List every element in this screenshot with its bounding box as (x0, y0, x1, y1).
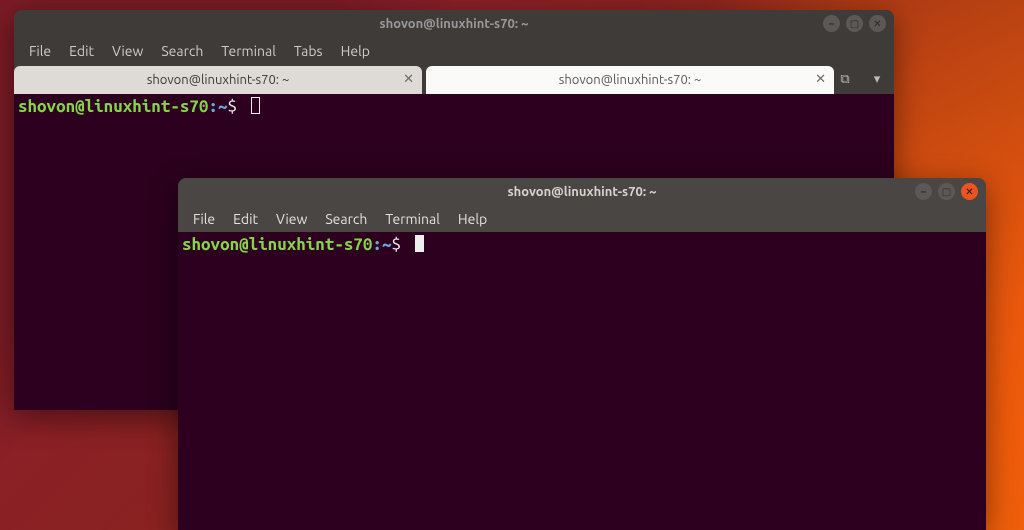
menu-help[interactable]: Help (449, 208, 496, 230)
menu-tabs[interactable]: Tabs (285, 40, 332, 62)
menubar: File Edit View Search Terminal Help (178, 206, 986, 232)
window-controls: – ▢ ✕ (823, 15, 886, 32)
prompt-userhost: shovon@linuxhint-s70 (182, 235, 372, 254)
tab-2[interactable]: shovon@linuxhint-s70: ~ ✕ (426, 66, 834, 94)
menu-file[interactable]: File (20, 40, 60, 62)
close-button[interactable]: ✕ (961, 183, 978, 200)
menu-search[interactable]: Search (316, 208, 376, 230)
menu-search[interactable]: Search (152, 40, 212, 62)
window-controls: – ▢ ✕ (915, 183, 978, 200)
prompt-symbol: $ (391, 235, 401, 254)
minimize-icon: – (829, 19, 834, 29)
prompt-symbol: $ (227, 97, 237, 116)
chevron-down-icon: ▾ (874, 72, 881, 87)
prompt-userhost: shovon@linuxhint-s70 (18, 97, 208, 116)
maximize-button[interactable]: ▢ (846, 15, 863, 32)
maximize-icon: ▢ (850, 19, 859, 29)
menubar: File Edit View Search Terminal Tabs Help (14, 38, 894, 64)
menu-edit[interactable]: Edit (60, 40, 103, 62)
terminal-cursor (415, 235, 424, 252)
close-button[interactable]: ✕ (869, 15, 886, 32)
tab-close-icon[interactable]: ✕ (403, 72, 414, 87)
prompt-sep: : (208, 97, 218, 116)
close-icon: ✕ (873, 19, 881, 29)
minimize-button[interactable]: – (915, 183, 932, 200)
menu-edit[interactable]: Edit (224, 208, 267, 230)
tab-close-icon[interactable]: ✕ (815, 72, 826, 87)
maximize-icon: ▢ (942, 187, 951, 197)
close-icon: ✕ (965, 187, 973, 197)
new-tab-button[interactable]: ⧉ (834, 68, 856, 90)
tab-1[interactable]: shovon@linuxhint-s70: ~ ✕ (14, 66, 422, 94)
tab-label: shovon@linuxhint-s70: ~ (559, 73, 702, 87)
prompt-sep: : (372, 235, 382, 254)
titlebar[interactable]: shovon@linuxhint-s70: ~ – ▢ ✕ (178, 178, 986, 206)
new-tab-icon: ⧉ (840, 72, 849, 87)
minimize-button[interactable]: – (823, 15, 840, 32)
menu-view[interactable]: View (267, 208, 316, 230)
tab-label: shovon@linuxhint-s70: ~ (147, 73, 290, 87)
terminal-cursor (251, 97, 260, 114)
menu-terminal[interactable]: Terminal (212, 40, 285, 62)
menu-terminal[interactable]: Terminal (376, 208, 449, 230)
menu-file[interactable]: File (184, 208, 224, 230)
minimize-icon: – (921, 187, 926, 197)
titlebar[interactable]: shovon@linuxhint-s70: ~ – ▢ ✕ (14, 10, 894, 38)
menu-help[interactable]: Help (332, 40, 379, 62)
tab-bar: shovon@linuxhint-s70: ~ ✕ shovon@linuxhi… (14, 64, 894, 94)
window-title: shovon@linuxhint-s70: ~ (380, 17, 529, 31)
menu-view[interactable]: View (103, 40, 152, 62)
tab-menu-button[interactable]: ▾ (866, 68, 888, 90)
terminal-window-foreground: shovon@linuxhint-s70: ~ – ▢ ✕ File Edit … (178, 178, 986, 530)
maximize-button[interactable]: ▢ (938, 183, 955, 200)
terminal-area[interactable]: shovon@linuxhint-s70:~$ (178, 232, 986, 530)
window-title: shovon@linuxhint-s70: ~ (508, 185, 657, 199)
